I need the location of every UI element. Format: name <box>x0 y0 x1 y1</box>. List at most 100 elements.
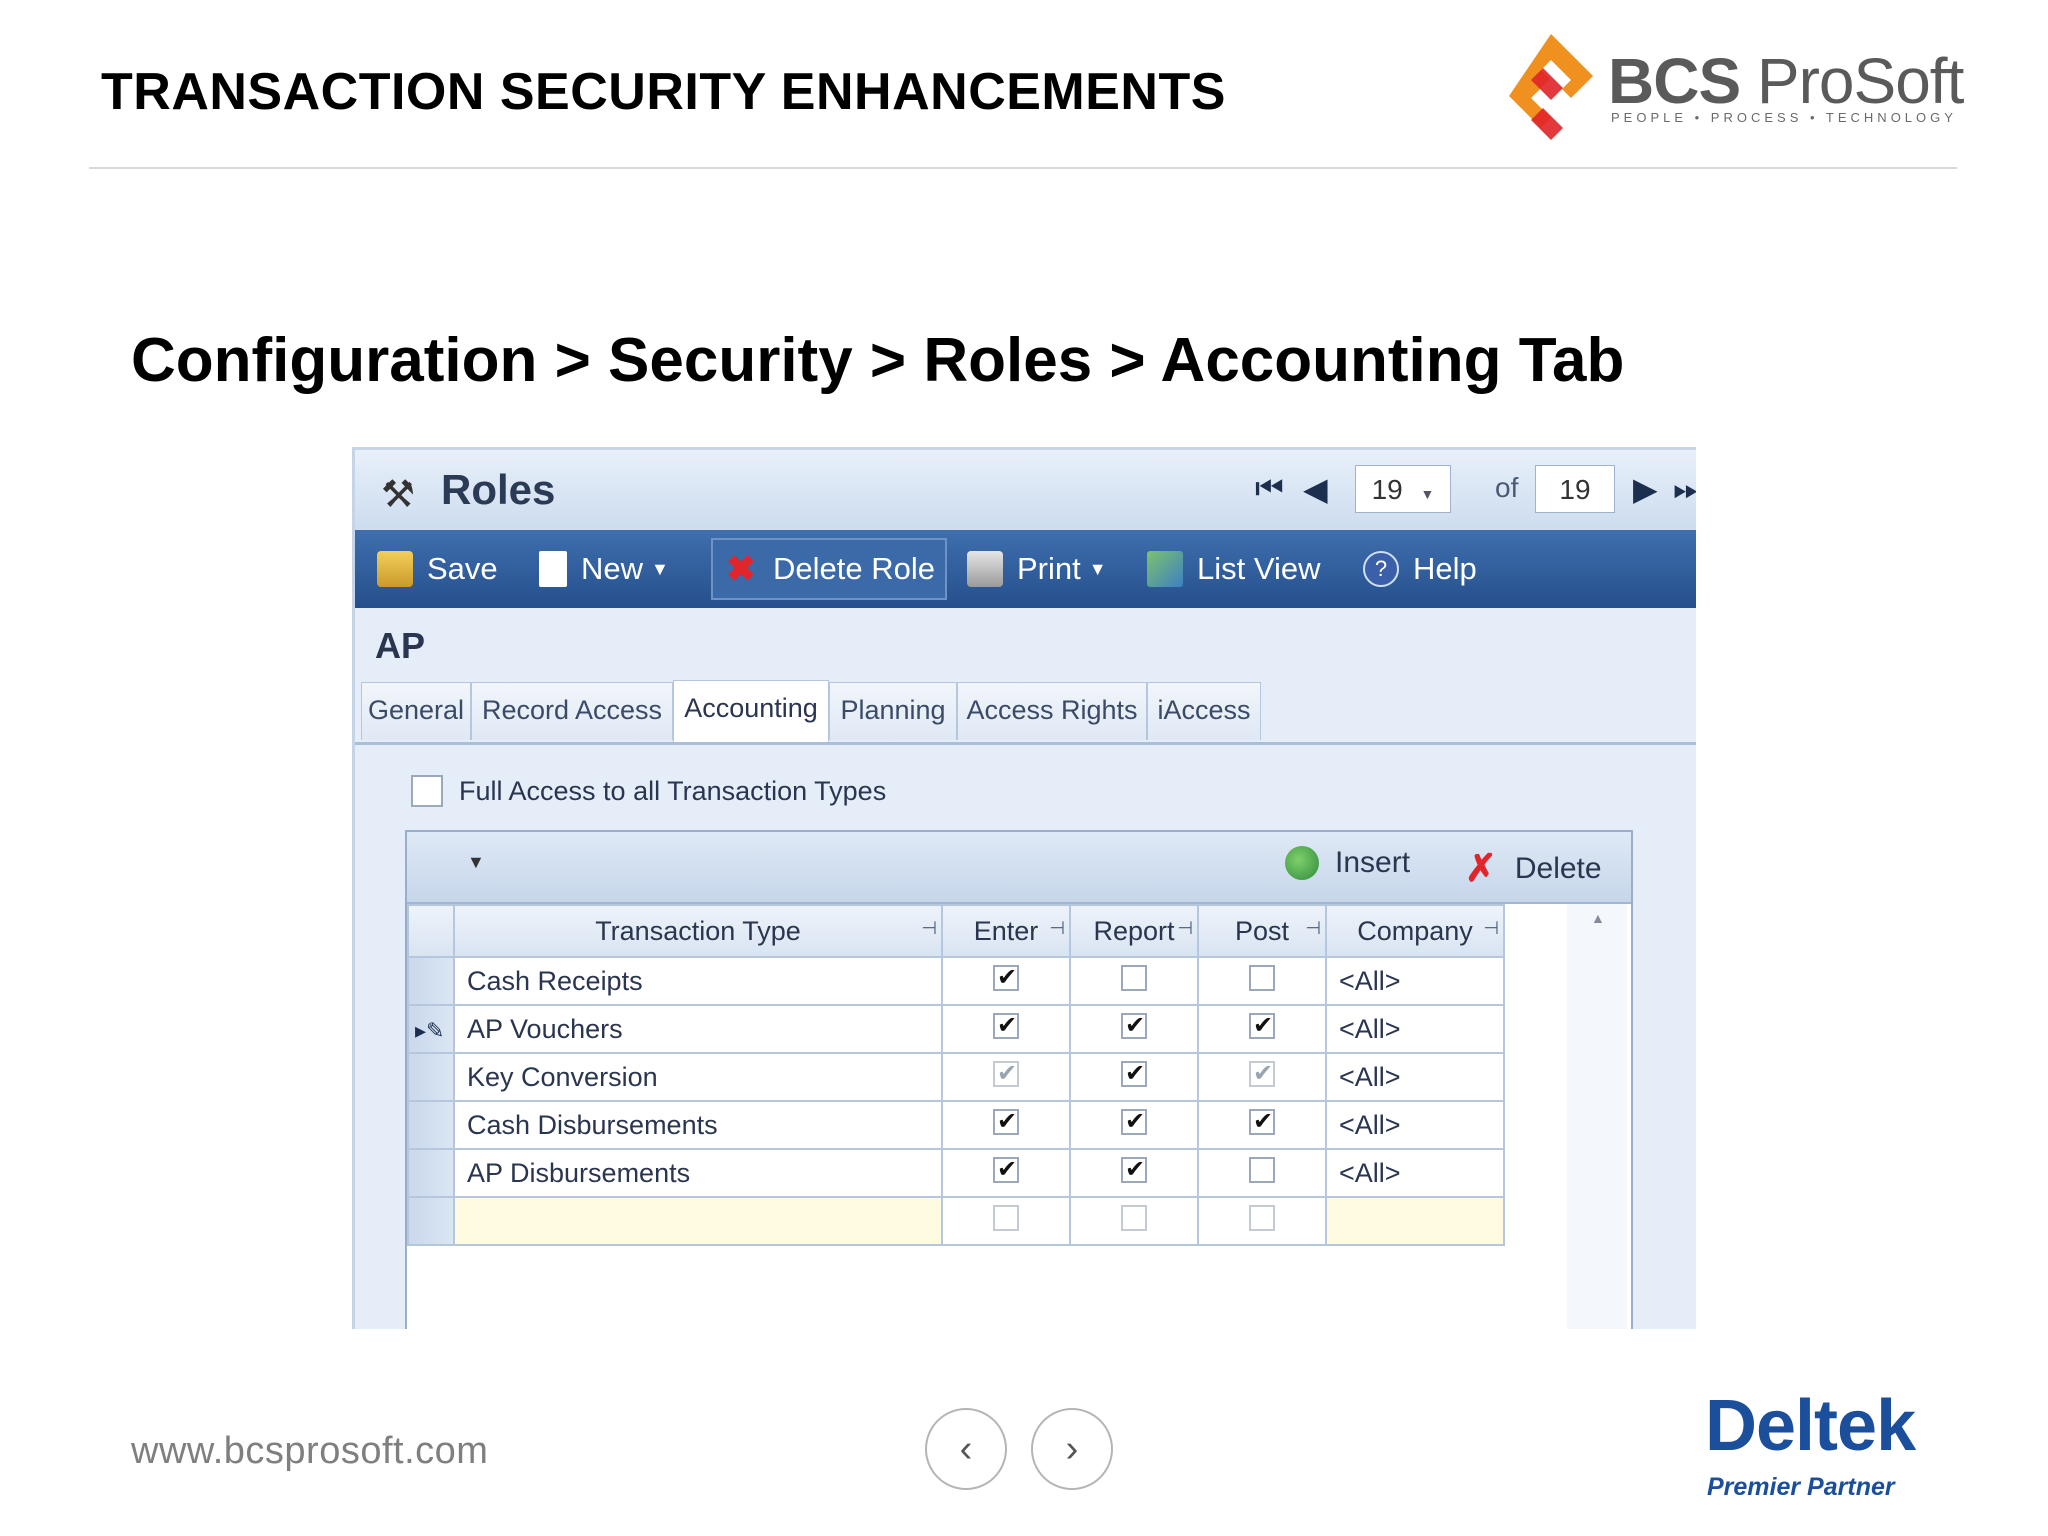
post-checkbox[interactable] <box>1249 1107 1275 1136</box>
post-checkbox[interactable] <box>1249 1204 1275 1231</box>
grid-scrollbar[interactable]: ▲ <box>1567 904 1627 1329</box>
report-cell <box>1069 1100 1199 1150</box>
tab-record-access[interactable]: Record Access <box>471 682 673 740</box>
row-selector[interactable]: ▸✎ <box>407 1004 455 1054</box>
report-checkbox[interactable] <box>1121 964 1147 991</box>
transaction-type-grid: Transaction Type ⊣ Enter ⊣ Report ⊣ Post ⊣ C… <box>407 904 1505 1246</box>
full-access-checkbox[interactable] <box>411 775 443 807</box>
report-checkbox[interactable] <box>1121 1059 1147 1088</box>
pin-icon[interactable]: ⊣ <box>1049 918 1065 939</box>
tab-accounting[interactable]: Accounting <box>673 680 829 742</box>
delete-x-icon: ✖ <box>725 548 757 589</box>
post-checkbox[interactable] <box>1249 1156 1275 1183</box>
company-cell[interactable]: <All> <box>1325 1004 1505 1054</box>
column-label: Transaction Type <box>595 915 801 946</box>
transaction-type-cell[interactable]: AP Vouchers <box>453 1004 943 1054</box>
slide-title: TRANSACTION SECURITY ENHANCEMENTS <box>101 63 1226 121</box>
new-button[interactable]: New ▼ <box>539 530 669 608</box>
tab-access-rights[interactable]: Access Rights <box>957 682 1147 740</box>
save-button[interactable]: Save <box>377 530 498 608</box>
post-cell <box>1197 1004 1327 1054</box>
company-cell[interactable] <box>1325 1196 1505 1246</box>
report-cell <box>1069 1052 1199 1102</box>
enter-cell <box>941 1052 1071 1102</box>
report-checkbox[interactable] <box>1121 1011 1147 1040</box>
transaction-type-cell[interactable]: Cash Receipts <box>453 956 943 1006</box>
report-cell <box>1069 1196 1199 1246</box>
new-document-icon <box>539 551 567 587</box>
grid-menu-dropdown-icon[interactable]: ▼ <box>467 852 485 873</box>
report-cell <box>1069 1004 1199 1054</box>
list-view-button[interactable]: List View <box>1147 530 1321 608</box>
report-checkbox[interactable] <box>1121 1204 1147 1231</box>
insert-row-icon <box>1285 846 1319 880</box>
report-checkbox[interactable] <box>1121 1155 1147 1184</box>
table-row[interactable]: AP Disbursements <All> <box>407 1148 1505 1198</box>
table-row[interactable]: Key Conversion <All> <box>407 1052 1505 1102</box>
next-slide-button[interactable]: › <box>1031 1408 1113 1490</box>
tab-iaccess[interactable]: iAccess <box>1147 682 1261 740</box>
previous-record-icon[interactable]: ◀ <box>1303 470 1328 508</box>
window-titlebar: ⚒ Roles ⏮ ◀ 19 ▼ of 19 ▶ ⏭ <box>355 450 1696 530</box>
help-button[interactable]: ? Help <box>1363 530 1477 608</box>
print-button[interactable]: Print ▼ <box>967 530 1107 608</box>
record-total: 19 <box>1535 465 1615 513</box>
chevron-left-icon: ‹ <box>959 1427 973 1470</box>
row-selector[interactable] <box>407 1148 455 1198</box>
new-label: New <box>581 551 644 586</box>
new-row[interactable] <box>407 1196 1505 1246</box>
pin-icon[interactable]: ⊣ <box>1483 918 1499 939</box>
record-index-select[interactable]: 19 ▼ <box>1355 465 1451 513</box>
column-header-post[interactable]: Post ⊣ <box>1197 904 1327 958</box>
row-selector[interactable] <box>407 956 455 1006</box>
company-cell[interactable]: <All> <box>1325 1052 1505 1102</box>
post-cell <box>1197 956 1327 1006</box>
enter-checkbox[interactable] <box>993 1204 1019 1231</box>
last-record-icon[interactable]: ⏭ <box>1673 470 1696 508</box>
post-cell <box>1197 1196 1327 1246</box>
transaction-type-cell[interactable]: Key Conversion <box>453 1052 943 1102</box>
company-cell[interactable]: <All> <box>1325 1148 1505 1198</box>
enter-checkbox[interactable] <box>993 1155 1019 1184</box>
list-view-icon <box>1147 551 1183 587</box>
pin-icon[interactable]: ⊣ <box>921 918 937 939</box>
window-title: Roles <box>441 466 556 513</box>
enter-checkbox[interactable] <box>993 1011 1019 1040</box>
enter-checkbox[interactable] <box>993 1107 1019 1136</box>
table-row[interactable]: Cash Receipts <All> <box>407 956 1505 1006</box>
current-row-edit-icon: ▸✎ <box>415 1017 445 1043</box>
column-header-company[interactable]: Company ⊣ <box>1325 904 1505 958</box>
insert-button[interactable]: Insert <box>1285 846 1410 880</box>
pin-icon[interactable]: ⊣ <box>1305 918 1321 939</box>
row-selector[interactable] <box>407 1052 455 1102</box>
company-cell[interactable]: <All> <box>1325 956 1505 1006</box>
post-checkbox[interactable] <box>1249 1011 1275 1040</box>
column-header-report[interactable]: Report ⊣ <box>1069 904 1199 958</box>
report-checkbox[interactable] <box>1121 1107 1147 1136</box>
tab-general[interactable]: General <box>361 682 471 740</box>
row-selector[interactable] <box>407 1100 455 1150</box>
previous-slide-button[interactable]: ‹ <box>925 1408 1007 1490</box>
grid-toolbar: ▼ Insert ✗ Delete <box>407 832 1631 904</box>
delete-role-button[interactable]: ✖ Delete Role <box>711 538 947 600</box>
scroll-up-icon[interactable]: ▲ <box>1591 910 1605 926</box>
next-record-icon[interactable]: ▶ <box>1633 470 1658 508</box>
first-record-icon[interactable]: ⏮ <box>1255 470 1284 508</box>
post-checkbox[interactable] <box>1249 964 1275 991</box>
delete-button[interactable]: ✗ Delete <box>1465 846 1602 891</box>
column-label: Company <box>1357 915 1473 946</box>
transaction-type-cell[interactable]: AP Disbursements <box>453 1148 943 1198</box>
company-cell[interactable]: <All> <box>1325 1100 1505 1150</box>
transaction-type-cell[interactable]: Cash Disbursements <box>453 1100 943 1150</box>
full-access-option[interactable]: Full Access to all Transaction Types <box>411 775 886 807</box>
column-header-enter[interactable]: Enter ⊣ <box>941 904 1071 958</box>
tab-planning[interactable]: Planning <box>829 682 957 740</box>
column-header-transaction-type[interactable]: Transaction Type ⊣ <box>453 904 943 958</box>
table-row[interactable]: ▸✎ AP Vouchers <All> <box>407 1004 1505 1054</box>
pin-icon[interactable]: ⊣ <box>1177 918 1193 939</box>
table-row[interactable]: Cash Disbursements <All> <box>407 1100 1505 1150</box>
enter-checkbox[interactable] <box>993 963 1019 992</box>
transaction-type-cell[interactable] <box>453 1196 943 1246</box>
record-index-value: 19 <box>1371 474 1403 505</box>
row-selector[interactable] <box>407 1196 455 1246</box>
